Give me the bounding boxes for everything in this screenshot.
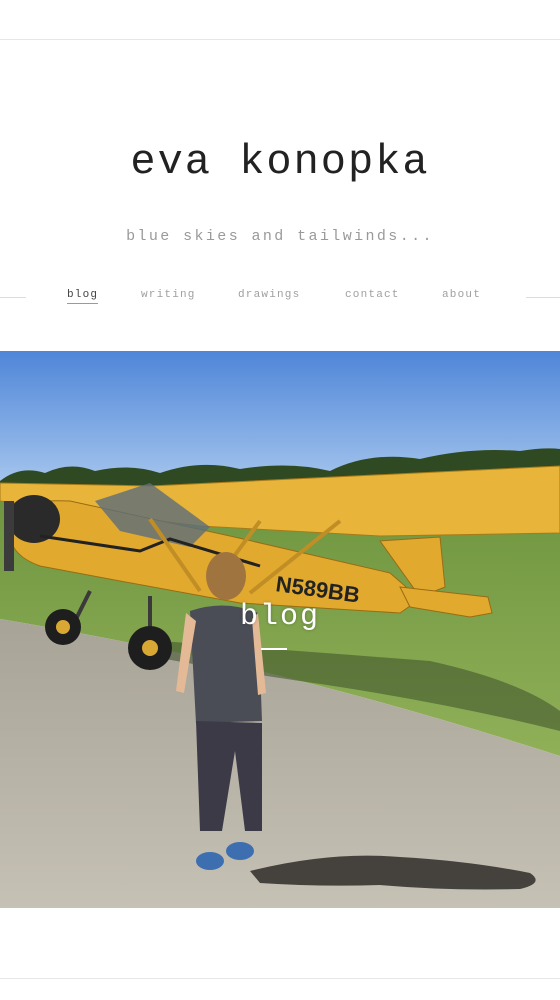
plane-propeller (4, 501, 14, 571)
main-nav: blog writing drawings contact about (0, 289, 560, 311)
plane-engine (8, 495, 60, 543)
site-tagline: blue skies and tailwinds... (126, 228, 434, 245)
hero-section-label: blog (239, 600, 320, 634)
nav-divider-right (526, 297, 560, 298)
child-hair (206, 552, 246, 600)
footer-divider (0, 978, 560, 979)
hero-label-underline (261, 648, 287, 650)
child-shoe-left (196, 852, 224, 870)
nav-item-contact[interactable]: contact (345, 289, 400, 301)
nav-item-drawings[interactable]: drawings (238, 289, 300, 301)
nav-item-writing[interactable]: writing (141, 289, 196, 301)
site-title[interactable]: eva konopka (0, 138, 560, 186)
nav-item-about[interactable]: about (442, 289, 481, 301)
header-top-divider (0, 39, 560, 40)
child-shoe-right (226, 842, 254, 860)
nav-divider-left (0, 297, 26, 298)
nav-item-blog[interactable]: blog (67, 289, 99, 304)
